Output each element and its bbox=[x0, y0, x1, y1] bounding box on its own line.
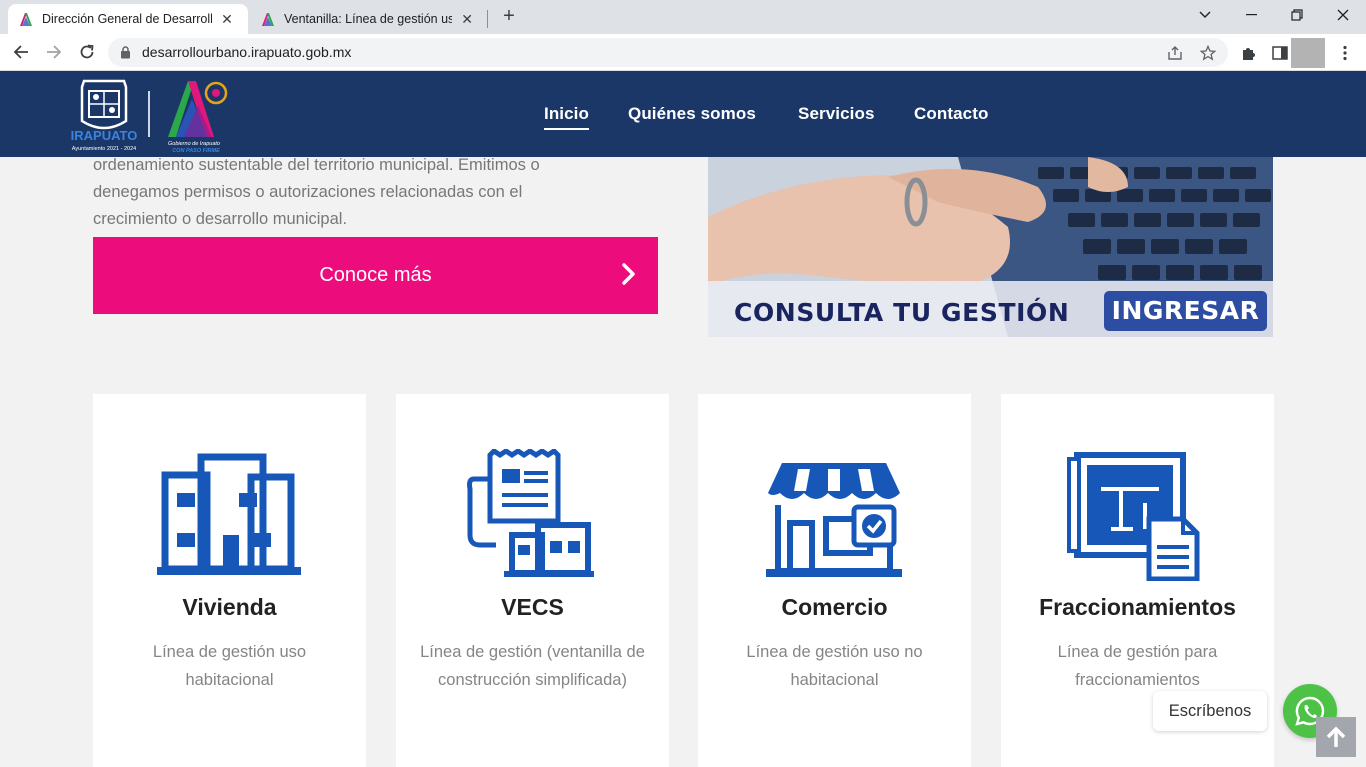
tab-title: Dirección General de Desarrollo U bbox=[42, 12, 212, 26]
reload-button[interactable] bbox=[75, 40, 99, 64]
tab-ventanilla[interactable]: Ventanilla: Línea de gestión uso h ✕ bbox=[250, 4, 486, 34]
whatsapp-chat-label[interactable]: Escríbenos bbox=[1153, 691, 1267, 731]
buildings-icon bbox=[157, 453, 301, 575]
arrow-left-icon bbox=[13, 45, 28, 59]
gobierno-irapuato-logo[interactable]: Gobierno de Irapuato CON PASO FIRME bbox=[164, 75, 234, 155]
nav-contacto[interactable]: Contacto bbox=[914, 104, 988, 124]
card-title: Comercio bbox=[781, 594, 888, 620]
close-tab-icon[interactable]: ✕ bbox=[218, 10, 236, 28]
logo-gov-line2: CON PASO FIRME bbox=[172, 148, 220, 154]
card-comercio[interactable]: Comercio Línea de gestión uso no habitac… bbox=[698, 394, 971, 767]
consulta-gestion-banner[interactable]: CONSULTA TU GESTIÓN INGRESAR bbox=[708, 157, 1273, 337]
url-text: desarrollourbano.irapuato.gob.mx bbox=[142, 44, 352, 60]
profile-avatar[interactable] bbox=[1291, 38, 1325, 68]
logo-gov-line1: Gobierno de Irapuato bbox=[168, 141, 220, 147]
intro-line: crecimiento o desarrollo municipal. bbox=[93, 210, 348, 228]
irapuato-coat-of-arms-logo[interactable]: IRAPUATO Ayuntamiento 2021 - 2024 bbox=[64, 77, 144, 155]
card-description: Línea de gestión uso habitacional bbox=[152, 643, 307, 689]
bookmark-star-icon[interactable] bbox=[1199, 44, 1217, 62]
blueprint-icon bbox=[1067, 452, 1200, 581]
card-description: Línea de gestión (ventanilla de construc… bbox=[420, 643, 645, 689]
nav-servicios[interactable]: Servicios bbox=[798, 104, 875, 124]
logo-divider bbox=[148, 91, 150, 137]
page-content: ordenamiento sustentable del territorio … bbox=[0, 157, 1366, 767]
card-title: Vivienda bbox=[182, 594, 277, 620]
forward-button[interactable] bbox=[42, 40, 66, 64]
store-icon bbox=[766, 463, 902, 577]
card-title: Fraccionamientos bbox=[1039, 594, 1236, 620]
back-button[interactable] bbox=[9, 40, 33, 64]
new-tab-button[interactable]: + bbox=[498, 6, 520, 28]
site-favicon-icon bbox=[20, 13, 32, 26]
intro-line: ordenamiento sustentable del territorio … bbox=[93, 157, 540, 174]
side-panel-icon[interactable] bbox=[1270, 43, 1290, 63]
logo-city-text: IRAPUATO bbox=[71, 128, 138, 143]
chevron-right-icon bbox=[622, 263, 635, 285]
browser-toolbar: desarrollourbano.irapuato.gob.mx bbox=[0, 34, 1366, 71]
card-vivienda[interactable]: Vivienda Línea de gestión uso habitacion… bbox=[93, 394, 366, 767]
tab-search-icon[interactable] bbox=[1182, 0, 1228, 30]
intro-text: ordenamiento sustentable del territorio … bbox=[93, 157, 633, 233]
reload-icon bbox=[80, 44, 94, 59]
card-description: Línea de gestión uso no habitacional bbox=[746, 643, 923, 689]
extensions-puzzle-icon[interactable] bbox=[1238, 43, 1258, 63]
ingresar-button[interactable]: INGRESAR bbox=[1104, 291, 1267, 331]
tab-separator bbox=[487, 10, 488, 28]
nav-quienes-somos[interactable]: Quiénes somos bbox=[628, 104, 756, 124]
browser-menu-icon[interactable] bbox=[1335, 43, 1355, 63]
restore-button[interactable] bbox=[1274, 0, 1320, 30]
browser-tab-strip: Dirección General de Desarrollo U ✕ Vent… bbox=[0, 0, 1366, 34]
scroll-to-top-button[interactable] bbox=[1316, 717, 1356, 757]
card-vecs[interactable]: VECS Línea de gestión (ventanilla de con… bbox=[396, 394, 669, 767]
tab-direccion-general[interactable]: Dirección General de Desarrollo U ✕ bbox=[8, 4, 248, 34]
arrow-up-icon bbox=[1326, 726, 1346, 747]
close-tab-icon[interactable]: ✕ bbox=[458, 10, 476, 28]
lock-icon bbox=[121, 46, 130, 59]
logo-period-text: Ayuntamiento 2021 - 2024 bbox=[72, 146, 136, 152]
address-bar[interactable]: desarrollourbano.irapuato.gob.mx bbox=[108, 38, 1228, 67]
tab-title: Ventanilla: Línea de gestión uso h bbox=[284, 12, 453, 26]
banner-headline: CONSULTA TU GESTIÓN bbox=[734, 298, 1070, 327]
site-header: IRAPUATO Ayuntamiento 2021 - 2024 Gobier… bbox=[0, 71, 1366, 157]
card-title: VECS bbox=[501, 594, 564, 620]
minimize-button[interactable] bbox=[1228, 0, 1274, 30]
arrow-right-icon bbox=[47, 45, 62, 59]
intro-line: denegamos permisos o autorizaciones rela… bbox=[93, 183, 523, 201]
nav-inicio[interactable]: Inicio bbox=[544, 104, 589, 130]
cta-label: Conoce más bbox=[319, 264, 432, 286]
site-favicon-icon bbox=[262, 13, 274, 26]
conoce-mas-button[interactable]: Conoce más bbox=[93, 237, 658, 314]
close-window-button[interactable] bbox=[1320, 0, 1366, 30]
share-icon[interactable] bbox=[1166, 44, 1184, 62]
card-description: Línea de gestión para fraccionamientos bbox=[1057, 643, 1218, 689]
receipt-houses-icon bbox=[467, 449, 594, 577]
